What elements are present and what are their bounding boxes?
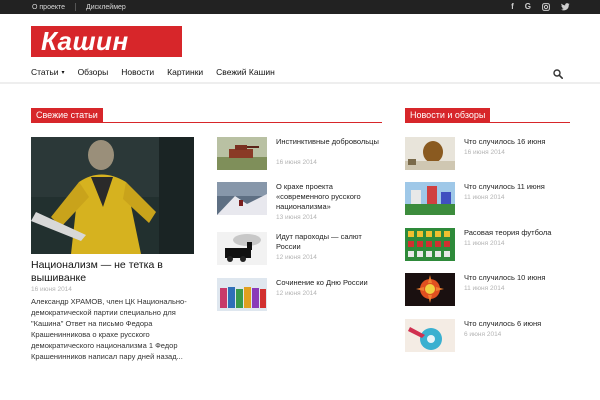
news-thumbnail[interactable] <box>405 137 455 170</box>
list-item[interactable]: Расовая теория футбола 11 июня 2014 <box>405 228 570 262</box>
article-date: 16 июня 2014 <box>276 159 317 166</box>
article-thumbnail[interactable] <box>217 278 267 311</box>
article-date: 12 июня 2014 <box>276 290 317 297</box>
nav-item-fresh-kashin[interactable]: Свежий Кашин <box>216 67 275 77</box>
news-thumbnail[interactable] <box>405 182 455 215</box>
news-reviews-header: Новости и обзоры <box>405 108 570 123</box>
google-icon[interactable]: G <box>525 0 531 14</box>
news-date: 11 июня 2014 <box>464 194 505 201</box>
list-item[interactable]: О крахе проекта «современного русского н… <box>217 182 382 221</box>
news-title[interactable]: Что случилось 11 июня <box>464 182 570 192</box>
logo-text: Кашин <box>41 26 129 56</box>
news-date: 11 июня 2014 <box>464 285 505 292</box>
list-item[interactable]: Что случилось 16 июня 16 июня 2014 <box>405 137 570 171</box>
site-logo[interactable]: Кашин <box>31 26 182 57</box>
list-item[interactable]: Инстинктивные добровольцы 16 июня 2014 <box>217 137 382 171</box>
article-date: 13 июня 2014 <box>276 214 317 221</box>
article-title[interactable]: Идут пароходы — салют России <box>276 232 382 252</box>
list-item[interactable]: Что случилось 6 июня 6 июня 2014 <box>405 319 570 353</box>
about-link[interactable]: О проекте <box>32 4 65 11</box>
article-title[interactable]: Сочинение ко Дню России <box>276 278 382 288</box>
article-title[interactable]: Инстинктивные добровольцы <box>276 137 382 147</box>
featured-article-date: 16 июня 2014 <box>31 286 72 293</box>
nav-item-reviews[interactable]: Обзоры <box>78 67 109 77</box>
nav-item-label: Свежий Кашин <box>216 67 275 77</box>
news-date: 16 июня 2014 <box>464 149 505 156</box>
twitter-icon[interactable] <box>561 3 570 11</box>
fresh-articles-heading: Свежие статьи <box>31 108 103 123</box>
list-item[interactable]: Что случилось 11 июня 11 июня 2014 <box>405 182 570 216</box>
instagram-icon[interactable] <box>542 3 550 11</box>
social-links: f G <box>511 0 570 14</box>
news-thumbnail[interactable] <box>405 273 455 306</box>
article-date: 12 июня 2014 <box>276 254 317 261</box>
news-thumbnail[interactable] <box>405 319 455 352</box>
news-date: 11 июня 2014 <box>464 240 505 247</box>
nav-item-label: Картинки <box>167 67 204 77</box>
top-bar: О проекте Дисклеймер f G <box>0 0 600 14</box>
nav-divider <box>0 82 600 84</box>
news-thumbnail[interactable] <box>405 228 455 261</box>
news-title[interactable]: Что случилось 6 июня <box>464 319 570 329</box>
nav-item-label: Статьи <box>31 67 59 77</box>
news-reviews-heading: Новости и обзоры <box>405 108 491 123</box>
nav-item-articles[interactable]: Статьи ▾ <box>31 67 65 77</box>
news-title[interactable]: Что случилось 10 июня <box>464 273 570 283</box>
featured-article-title[interactable]: Национализм — не тетка в вышиванке <box>31 259 201 284</box>
top-links: О проекте Дисклеймер <box>32 0 126 14</box>
news-title[interactable]: Расовая теория футбола <box>464 228 570 238</box>
disclaimer-link[interactable]: Дисклеймер <box>86 4 126 11</box>
nav-item-news[interactable]: Новости <box>121 67 154 77</box>
nav-item-label: Новости <box>121 67 155 77</box>
featured-article-excerpt: Александр ХРАМОВ, член ЦК Национально-де… <box>31 297 187 361</box>
main-nav: Статьи ▾ Обзоры Новости Картинки Свежий … <box>31 62 569 82</box>
top-link-separator <box>75 3 77 11</box>
list-item[interactable]: Сочинение ко Дню России 12 июня 2014 <box>217 278 382 312</box>
nav-item-label: Обзоры <box>77 67 109 77</box>
news-date: 6 июня 2014 <box>464 331 502 338</box>
list-item[interactable]: Идут пароходы — салют России 12 июня 201… <box>217 232 382 266</box>
article-thumbnail[interactable] <box>217 232 267 265</box>
nav-item-pictures[interactable]: Картинки <box>167 67 203 77</box>
facebook-icon[interactable]: f <box>511 0 514 14</box>
fresh-articles-header: Свежие статьи <box>31 108 382 123</box>
list-item[interactable]: Что случилось 10 июня 11 июня 2014 <box>405 273 570 307</box>
article-thumbnail[interactable] <box>217 137 267 170</box>
news-title[interactable]: Что случилось 16 июня <box>464 137 570 147</box>
featured-article-image[interactable] <box>31 137 194 254</box>
article-thumbnail[interactable] <box>217 182 267 215</box>
article-title[interactable]: О крахе проекта «современного русского н… <box>276 182 382 212</box>
chevron-down-icon: ▾ <box>61 69 65 76</box>
